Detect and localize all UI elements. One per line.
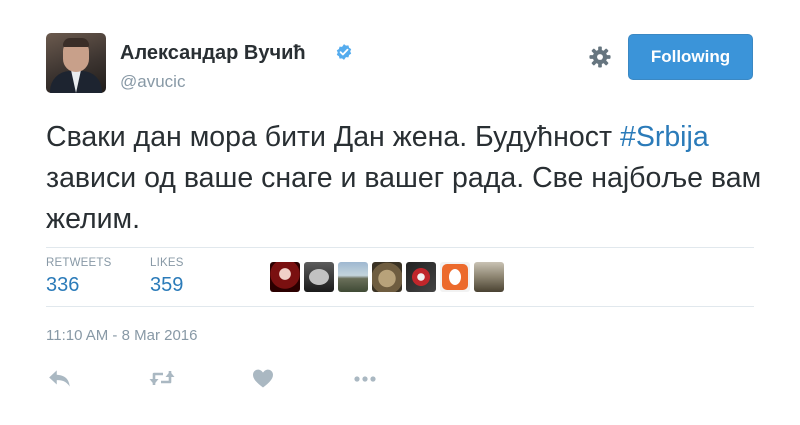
reply-icon[interactable]: [47, 367, 73, 389]
liker-avatar-5[interactable]: [406, 262, 436, 292]
tweet-text: Сваки дан мора бити Дан жена. Будућност …: [46, 117, 766, 240]
avatar-hair: [63, 38, 89, 47]
author-handle[interactable]: @avucic: [120, 72, 185, 92]
liker-avatar-3[interactable]: [338, 262, 368, 292]
author-avatar[interactable]: [46, 33, 106, 93]
like-icon[interactable]: [251, 367, 275, 389]
tweet-text-part-1: Сваки дан мора бити Дан жена. Будућност: [46, 121, 620, 153]
liker-avatar-6[interactable]: [440, 262, 470, 292]
likes-label: LIKES: [150, 257, 184, 269]
tweet-text-part-2: зависи од ваше снаге и вашег рада. Све н…: [46, 162, 762, 235]
author-name[interactable]: Александар Вучић: [120, 42, 306, 65]
hashtag-link[interactable]: #Srbija: [620, 121, 709, 153]
liker-avatar-7[interactable]: [474, 262, 504, 292]
liker-avatars: [270, 262, 504, 292]
following-button[interactable]: Following: [628, 34, 753, 80]
divider-top: [46, 247, 754, 248]
liker-avatar-1[interactable]: [270, 262, 300, 292]
retweets-count[interactable]: 336: [46, 274, 112, 297]
retweets-label: RETWEETS: [46, 257, 112, 269]
retweets-stat[interactable]: RETWEETS 336: [46, 257, 112, 297]
liker-avatar-2[interactable]: [304, 262, 334, 292]
gear-icon[interactable]: [589, 46, 611, 68]
verified-badge-icon: [336, 44, 352, 60]
retweet-icon[interactable]: [148, 367, 176, 389]
tweet-timestamp[interactable]: 11:10 AM - 8 Mar 2016: [46, 327, 197, 344]
likes-stat[interactable]: LIKES 359: [150, 257, 184, 297]
likes-count[interactable]: 359: [150, 274, 184, 297]
more-icon[interactable]: [352, 367, 378, 389]
divider-bottom: [46, 306, 754, 307]
liker-avatar-4[interactable]: [372, 262, 402, 292]
